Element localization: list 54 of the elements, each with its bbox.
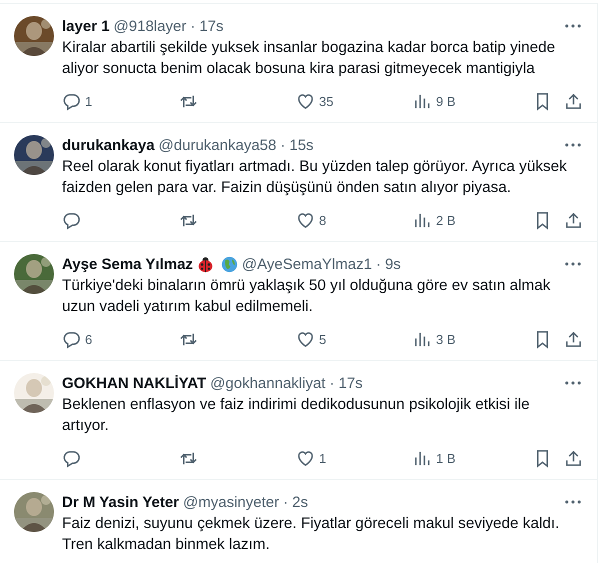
share-icon[interactable] (564, 210, 583, 230)
more-icon[interactable] (565, 143, 581, 147)
like-icon[interactable] (296, 330, 315, 348)
share-icon[interactable] (564, 330, 583, 348)
separator-dot: · (329, 374, 334, 392)
reply-icon[interactable] (62, 330, 81, 348)
reply-icon[interactable] (62, 92, 81, 110)
like-count: 5 (319, 332, 326, 346)
views-count: 3 B (436, 332, 456, 346)
user-name[interactable]: Dr M Yasin Yeter (62, 494, 180, 510)
more-icon[interactable] (565, 262, 581, 266)
post-text: Türkiye'deki binaların ömrü yaklaşık 50 yıl olduğuna göre ev satın almak uzun vadeli yatırım kabul edilmemeli. (62, 276, 552, 317)
post-time[interactable]: 9s (384, 256, 401, 272)
like-icon[interactable] (296, 210, 315, 230)
like-icon[interactable] (296, 92, 315, 110)
like-count: 1 (319, 450, 326, 466)
views-count: 1 B (436, 450, 456, 466)
separator-dot: · (283, 494, 288, 510)
separator-dot: · (280, 136, 286, 154)
user-handle[interactable]: @myasinyeter (183, 494, 280, 510)
user-handle[interactable]: @918layer (114, 18, 186, 34)
user-name[interactable]: Ayşe Sema Yılmaz (62, 256, 193, 272)
like-count: 35 (319, 94, 334, 108)
user-handle[interactable]: @AyeSemaYlmaz1 (242, 256, 372, 272)
share-icon[interactable] (564, 448, 583, 468)
globe-icon (220, 256, 238, 272)
user-handle[interactable]: @gokhannakliyat (210, 374, 326, 392)
post-time[interactable]: 17s (199, 18, 224, 34)
post-text: Faiz denizi, suyunu çekmek üzere. Fiyatlar göreceli makul seviyede kaldı. Tren kalkmadan binmek lazım. (62, 514, 560, 555)
post-text: Reel olarak konut fiyatları artmadı. Bu yüzden talep görüyor. Ayrıca yüksek faizden gelen para var. Faizin düşüşünü önden satın alıyor piyasa. (62, 157, 568, 198)
separator-dot: · (190, 18, 196, 34)
more-icon[interactable] (565, 500, 581, 504)
reply-icon[interactable] (62, 210, 81, 230)
post-time[interactable]: 17s (338, 374, 363, 392)
reply-icon[interactable] (62, 448, 81, 468)
post-text: Kiralar abartili şekilde yuksek insanlar bogazina kadar borca batip yinede aliyor sonucta benim olacak bosuna kira parasi gitmeyecek mantigiyla (62, 38, 556, 79)
ladybug-icon (196, 256, 214, 272)
more-icon[interactable] (565, 24, 581, 28)
more-icon[interactable] (565, 381, 581, 385)
user-handle[interactable]: @durukankaya58 (158, 136, 276, 154)
user-name[interactable]: layer 1 (62, 18, 110, 34)
views-count: 9 B (436, 94, 456, 108)
reply-count: 6 (85, 332, 92, 346)
separator-dot: · (376, 256, 381, 272)
reply-count: 1 (85, 94, 92, 108)
views-count: 2 B (436, 212, 456, 228)
post-time[interactable]: 15s (289, 136, 314, 154)
user-name[interactable]: durukankaya (62, 136, 155, 154)
user-name[interactable]: GOKHAN NAKLİYAT (62, 374, 206, 392)
post-time[interactable]: 2s (292, 494, 308, 510)
post-text: Beklenen enflasyon ve faiz indirimi dedikodusunun psikolojik etkisi ile artıyor. (62, 395, 531, 436)
like-count: 8 (319, 212, 326, 228)
like-icon[interactable] (296, 448, 315, 468)
share-icon[interactable] (564, 92, 583, 110)
